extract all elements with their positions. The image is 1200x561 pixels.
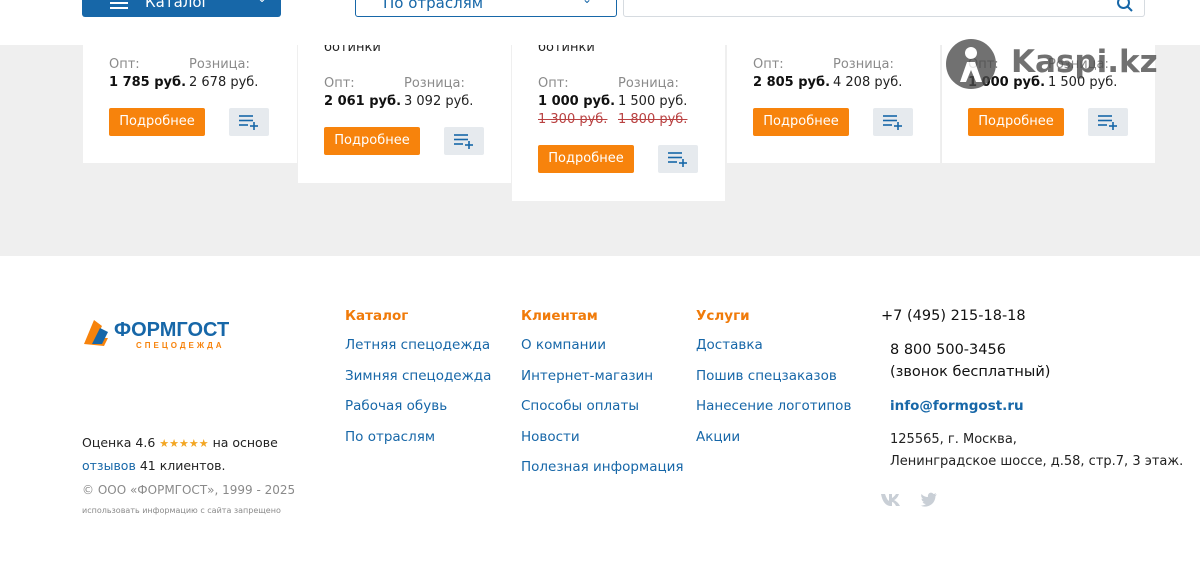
opt-label: Опт: bbox=[968, 57, 999, 72]
rating-prefix: Оценка 4.6 bbox=[82, 435, 156, 450]
logo-text: ФОРМГОСТ bbox=[114, 319, 229, 341]
catalog-button[interactable]: Каталог ⌄ bbox=[82, 0, 281, 17]
footer-link-promotions[interactable]: Акции bbox=[696, 429, 851, 460]
catalog-button-label: Каталог bbox=[145, 0, 210, 11]
playlist-add-icon bbox=[454, 134, 473, 149]
footer-link-online-store[interactable]: Интернет-магазин bbox=[521, 368, 684, 399]
opt-label: Опт: bbox=[109, 57, 140, 72]
footer-link-news[interactable]: Новости bbox=[521, 429, 684, 460]
product-card: ботинки Опт: 1 000 руб. 1 300 руб. Розни… bbox=[512, 40, 725, 201]
retail-label: Розница: bbox=[189, 57, 250, 72]
footer-col-clients: Клиентам О компании Интернет-магазин Спо… bbox=[521, 308, 684, 490]
details-button[interactable]: Подробнее bbox=[968, 108, 1064, 136]
opt-price: 1 000 руб. bbox=[538, 94, 616, 109]
footer-link-custom-tailoring[interactable]: Пошив спецзаказов bbox=[696, 368, 851, 399]
footer-link-useful-info[interactable]: Полезная информация bbox=[521, 459, 684, 490]
site-footer: ФОРМГОСТ СПЕЦОДЕЖДА Оценка 4.6 ★★★★★ на … bbox=[0, 256, 1200, 561]
opt-label: Опт: bbox=[538, 76, 569, 91]
product-card: Опт: 1 785 руб. Розница: 2 678 руб. Подр… bbox=[83, 45, 297, 163]
footer-col-title: Каталог bbox=[345, 308, 409, 324]
sector-select-label: По отраслям bbox=[383, 0, 484, 12]
free-call-note: (звонок бесплатный) bbox=[890, 364, 1051, 380]
add-to-list-button[interactable] bbox=[229, 108, 269, 136]
retail-label: Розница: bbox=[833, 57, 894, 72]
top-toolbar: Каталог ⌄ По отраслям ⌄ bbox=[0, 0, 1200, 45]
copyright: © ООО «ФОРМГОСТ», 1999 - 2025 bbox=[82, 483, 296, 497]
add-to-list-button[interactable] bbox=[873, 108, 913, 136]
retail-price: 3 092 руб. bbox=[404, 94, 474, 109]
retail-price: 2 678 руб. bbox=[189, 75, 259, 90]
add-to-list-button[interactable] bbox=[658, 145, 698, 173]
opt-price: 2 805 руб. bbox=[753, 75, 831, 90]
footer-link-winter-workwear[interactable]: Зимняя спецодежда bbox=[345, 368, 491, 399]
footer-link-payment[interactable]: Способы оплаты bbox=[521, 398, 684, 429]
sector-select[interactable]: По отраслям ⌄ bbox=[355, 0, 617, 17]
retail-label: Розница: bbox=[1048, 57, 1109, 72]
logo-subtext: СПЕЦОДЕЖДА bbox=[136, 341, 225, 350]
menu-icon bbox=[110, 0, 128, 9]
footer-link-summer-workwear[interactable]: Летняя спецодежда bbox=[345, 337, 491, 368]
product-carousel: Опт: 1 785 руб. Розница: 2 678 руб. Подр… bbox=[0, 40, 1200, 256]
details-button[interactable]: Подробнее bbox=[538, 145, 634, 173]
chevron-down-icon: ⌄ bbox=[582, 0, 592, 6]
chevron-down-icon: ⌄ bbox=[257, 0, 267, 5]
vk-icon[interactable] bbox=[881, 492, 903, 511]
product-card: Опт: 1 000 руб. Розница: 1 500 руб. Подр… bbox=[941, 45, 1155, 163]
retail-label: Розница: bbox=[404, 76, 465, 91]
playlist-add-icon bbox=[668, 152, 687, 167]
product-card: Опт: 2 805 руб. Розница: 4 208 руб. Подр… bbox=[727, 45, 940, 163]
formgost-logo[interactable]: ФОРМГОСТ СПЕЦОДЕЖДА bbox=[82, 314, 252, 352]
playlist-add-icon bbox=[1098, 115, 1117, 130]
email-link[interactable]: info@formgost.ru bbox=[890, 398, 1024, 414]
details-button[interactable]: Подробнее bbox=[109, 108, 205, 136]
playlist-add-icon bbox=[883, 115, 902, 130]
add-to-list-button[interactable] bbox=[444, 127, 484, 155]
opt-label: Опт: bbox=[324, 76, 355, 91]
opt-price: 2 061 руб. bbox=[324, 94, 402, 109]
opt-price: 1 000 руб. bbox=[968, 75, 1046, 90]
copy-note: использовать информацию с сайта запрещен… bbox=[82, 506, 281, 515]
footer-link-work-shoes[interactable]: Рабочая обувь bbox=[345, 398, 491, 429]
retail-price: 1 500 руб. bbox=[1048, 75, 1118, 90]
footer-link-logo-printing[interactable]: Нанесение логотипов bbox=[696, 398, 851, 429]
playlist-add-icon bbox=[239, 115, 258, 130]
details-button[interactable]: Подробнее bbox=[753, 108, 849, 136]
old-opt-price: 1 300 руб. bbox=[538, 112, 608, 127]
footer-col-title: Услуги bbox=[696, 308, 750, 324]
rating-mid: на основе bbox=[212, 435, 278, 450]
search-icon[interactable] bbox=[1116, 0, 1134, 13]
address-line-1: 125565, г. Москва, bbox=[890, 432, 1017, 447]
twitter-icon[interactable] bbox=[920, 492, 938, 511]
reviews-link[interactable]: отзывов bbox=[82, 458, 136, 473]
rating-suffix: 41 клиентов. bbox=[139, 458, 226, 473]
footer-link-delivery[interactable]: Доставка bbox=[696, 337, 851, 368]
footer-link-by-sector[interactable]: По отраслям bbox=[345, 429, 491, 460]
phone-primary[interactable]: +7 (495) 215-18-18 bbox=[881, 308, 1026, 324]
retail-price: 1 500 руб. bbox=[618, 94, 688, 109]
old-retail-price: 1 800 руб. bbox=[618, 112, 688, 127]
search-input[interactable] bbox=[623, 0, 1145, 17]
add-to-list-button[interactable] bbox=[1088, 108, 1128, 136]
address-line-2: Ленинградское шоссе, д.58, стр.7, 3 этаж… bbox=[890, 454, 1184, 469]
product-card: ботинки Опт: 2 061 руб. Розница: 3 092 р… bbox=[298, 40, 511, 183]
rating-block: Оценка 4.6 ★★★★★ на основе отзывов 41 кл… bbox=[82, 432, 302, 477]
footer-col-catalog: Каталог Летняя спецодежда Зимняя спецоде… bbox=[345, 308, 491, 459]
social-links bbox=[881, 492, 950, 511]
retail-price: 4 208 руб. bbox=[833, 75, 903, 90]
opt-price: 1 785 руб. bbox=[109, 75, 187, 90]
phone-free[interactable]: 8 800 500-3456 bbox=[890, 342, 1006, 358]
footer-link-about[interactable]: О компании bbox=[521, 337, 684, 368]
opt-label: Опт: bbox=[753, 57, 784, 72]
footer-col-services: Услуги Доставка Пошив спецзаказов Нанесе… bbox=[696, 308, 851, 459]
footer-col-title: Клиентам bbox=[521, 308, 598, 324]
details-button[interactable]: Подробнее bbox=[324, 127, 420, 155]
retail-label: Розница: bbox=[618, 76, 679, 91]
rating-stars: ★★★★★ bbox=[159, 437, 209, 450]
